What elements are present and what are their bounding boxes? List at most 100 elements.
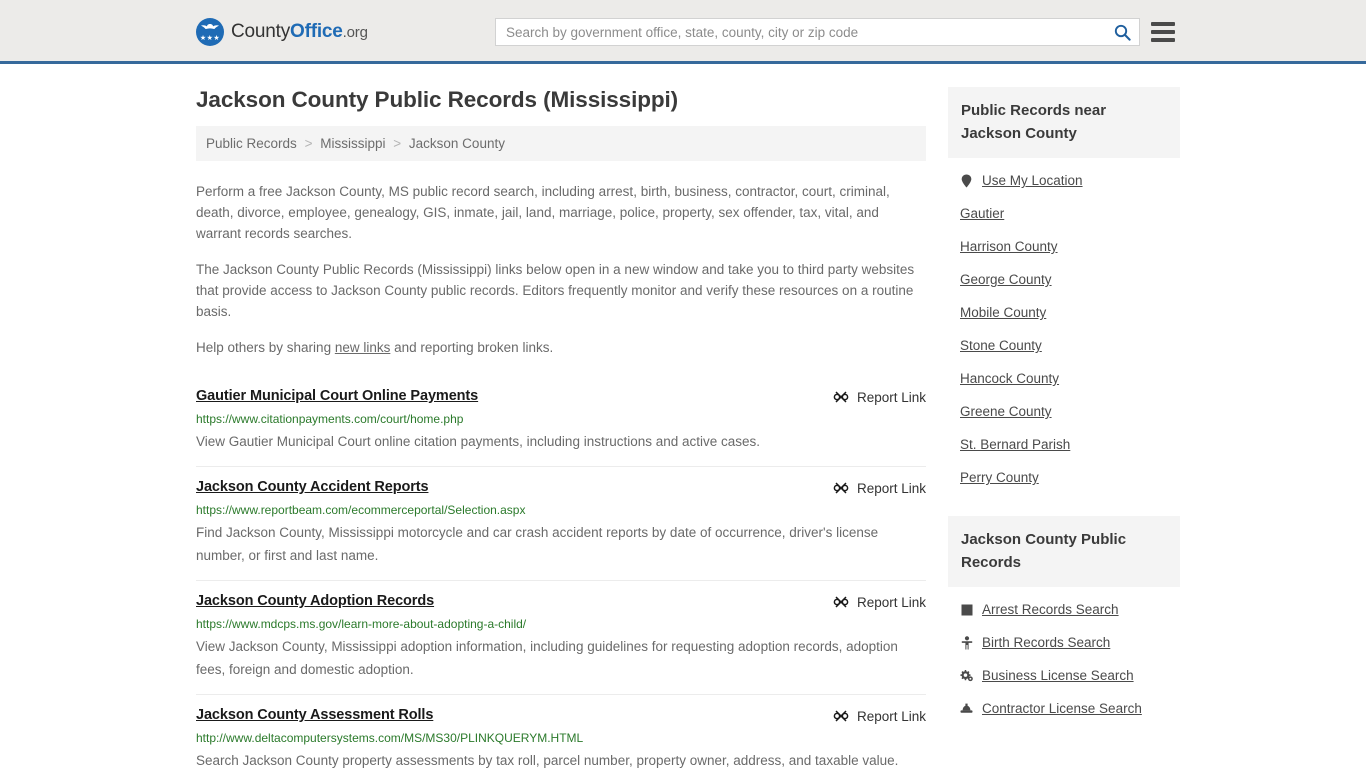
result-description: View Jackson County, Mississippi adoptio… [196, 639, 898, 677]
result-item: Jackson County Assessment Rolls Report L… [196, 694, 926, 768]
site-logo[interactable]: ★★★ CountyOffice.org [196, 18, 368, 46]
sidebar-link-mobile-county[interactable]: Mobile County [960, 305, 1046, 320]
intro-text: Perform a free Jackson County, MS public… [196, 181, 926, 358]
baby-icon [960, 635, 973, 650]
intro-p3-before: Help others by sharing [196, 340, 335, 355]
report-link-button[interactable]: Report Link [833, 388, 926, 405]
result-item: Jackson County Accident Reports Report L… [196, 466, 926, 580]
result-description: View Gautier Municipal Court online cita… [196, 434, 761, 449]
breadcrumb: Public Records > Mississippi > Jackson C… [196, 126, 926, 161]
result-title-link[interactable]: Jackson County Adoption Records [196, 593, 434, 609]
sidebar-link-perry-county[interactable]: Perry County [960, 470, 1039, 485]
panel-county-records: Jackson County Public Records Arrest Rec… [948, 516, 1180, 725]
main-column: Jackson County Public Records (Mississip… [196, 64, 926, 768]
sidebar-item-gautier[interactable]: Gautier [948, 197, 1180, 230]
result-header: Jackson County Accident Reports Report L… [196, 479, 926, 496]
logo-wordmark: CountyOffice.org [231, 21, 368, 43]
sidebar-item-st-bernard-parish[interactable]: St. Bernard Parish [948, 428, 1180, 461]
report-link-label: Report Link [856, 389, 926, 405]
intro-paragraph-2: The Jackson County Public Records (Missi… [196, 262, 915, 319]
broken-link-icon [833, 596, 849, 608]
logo-text-county: County [231, 21, 291, 42]
hamburger-bar [1151, 22, 1175, 26]
sidebar-item-arrest-records-search[interactable]: Arrest Records Search [948, 593, 1180, 626]
intro-paragraph-3: Help others by sharing new links and rep… [196, 337, 926, 358]
gears-icon [960, 668, 973, 683]
page-body: Jackson County Public Records (Mississip… [0, 64, 1366, 768]
search-icon [1114, 24, 1131, 41]
sidebar-link-st-bernard-parish[interactable]: St. Bernard Parish [960, 437, 1070, 452]
report-link-button[interactable]: Report Link [833, 707, 926, 724]
hard-hat-icon [960, 701, 973, 716]
intro-paragraph-1: Perform a free Jackson County, MS public… [196, 184, 890, 241]
sidebar-item-use-my-location[interactable]: Use My Location [948, 164, 1180, 197]
nearby-list: Use My Location Gautier Harrison County … [948, 158, 1180, 494]
sidebar-link-birth-records-search[interactable]: Birth Records Search [982, 635, 1110, 650]
report-link-button[interactable]: Report Link [833, 593, 926, 610]
sidebar-link-contractor-license-search[interactable]: Contractor License Search [982, 701, 1142, 716]
sidebar-link-business-license-search[interactable]: Business License Search [982, 668, 1134, 683]
result-title-link[interactable]: Jackson County Assessment Rolls [196, 707, 433, 723]
logo-stars: ★★★ [199, 35, 221, 42]
sidebar-link-harrison-county[interactable]: Harrison County [960, 239, 1058, 254]
sidebar-item-george-county[interactable]: George County [948, 263, 1180, 296]
sidebar-item-stone-county[interactable]: Stone County [948, 329, 1180, 362]
result-url: http://www.deltacomputersystems.com/MS/M… [196, 731, 584, 745]
map-pin-icon [960, 173, 973, 188]
breadcrumb-item-public-records[interactable]: Public Records [206, 136, 297, 151]
page-title: Jackson County Public Records (Mississip… [196, 87, 679, 112]
report-link-button[interactable]: Report Link [833, 479, 926, 496]
sidebar-item-harrison-county[interactable]: Harrison County [948, 230, 1180, 263]
sidebar: Public Records near Jackson County Use M… [948, 64, 1180, 768]
results-list: Gautier Municipal Court Online Payments … [196, 378, 926, 768]
report-link-label: Report Link [856, 708, 926, 724]
search-button[interactable] [1105, 19, 1139, 45]
site-header: ★★★ CountyOffice.org [0, 0, 1366, 64]
result-item: Jackson County Adoption Records Report L… [196, 580, 926, 694]
sidebar-link-george-county[interactable]: George County [960, 272, 1052, 287]
eagle-glyph [201, 24, 219, 29]
hamburger-bar [1151, 38, 1175, 42]
hamburger-bar [1151, 30, 1175, 34]
result-title-link[interactable]: Gautier Municipal Court Online Payments [196, 388, 478, 404]
sidebar-link-use-my-location[interactable]: Use My Location [982, 173, 1083, 188]
intro-p3-after: and reporting broken links. [390, 340, 554, 355]
sidebar-link-stone-county[interactable]: Stone County [960, 338, 1042, 353]
sidebar-item-birth-records-search[interactable]: Birth Records Search [948, 626, 1180, 659]
breadcrumb-separator: > [393, 136, 402, 151]
eagle-seal-icon: ★★★ [196, 18, 224, 46]
sidebar-item-hancock-county[interactable]: Hancock County [948, 362, 1180, 395]
result-item: Gautier Municipal Court Online Payments … [196, 378, 926, 466]
sidebar-item-mobile-county[interactable]: Mobile County [948, 296, 1180, 329]
result-title-link[interactable]: Jackson County Accident Reports [196, 479, 429, 495]
new-links-link[interactable]: new links [335, 340, 391, 355]
result-header: Gautier Municipal Court Online Payments … [196, 388, 926, 405]
breadcrumb-separator: > [304, 136, 313, 151]
search-input[interactable] [496, 19, 1105, 45]
broken-link-icon [833, 391, 849, 403]
sidebar-link-gautier[interactable]: Gautier [960, 206, 1004, 221]
result-header: Jackson County Adoption Records Report L… [196, 593, 926, 610]
result-url: https://www.mdcps.ms.gov/learn-more-abou… [196, 617, 527, 631]
search-bar [495, 18, 1140, 46]
breadcrumb-item-mississippi[interactable]: Mississippi [320, 136, 385, 151]
result-url: https://www.citationpayments.com/court/h… [196, 412, 464, 426]
sidebar-link-hancock-county[interactable]: Hancock County [960, 371, 1059, 386]
sidebar-item-greene-county[interactable]: Greene County [948, 395, 1180, 428]
hamburger-menu-icon[interactable] [1151, 19, 1175, 45]
records-list: Arrest Records Search Birth Records Sear… [948, 587, 1180, 725]
sidebar-item-contractor-license-search[interactable]: Contractor License Search [948, 692, 1180, 725]
sidebar-item-business-license-search[interactable]: Business License Search [948, 659, 1180, 692]
broken-link-icon [833, 710, 849, 722]
result-description: Find Jackson County, Mississippi motorcy… [196, 525, 879, 563]
sidebar-item-perry-county[interactable]: Perry County [948, 461, 1180, 494]
sidebar-link-arrest-records-search[interactable]: Arrest Records Search [982, 602, 1119, 617]
panel-nearby-heading: Public Records near Jackson County [948, 87, 1180, 158]
result-header: Jackson County Assessment Rolls Report L… [196, 707, 926, 724]
result-description: Search Jackson County property assessmen… [196, 753, 899, 768]
panel-records-heading: Jackson County Public Records [948, 516, 1180, 587]
content-row: Jackson County Public Records (Mississip… [196, 64, 1180, 768]
breadcrumb-item-jackson-county[interactable]: Jackson County [409, 136, 505, 151]
sidebar-link-greene-county[interactable]: Greene County [960, 404, 1052, 419]
panel-nearby-records: Public Records near Jackson County Use M… [948, 87, 1180, 494]
